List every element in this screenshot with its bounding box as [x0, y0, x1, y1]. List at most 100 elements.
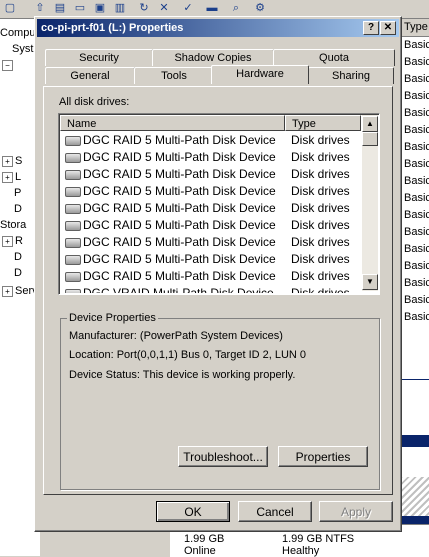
table-row[interactable]: DGC RAID 5 Multi-Path Disk Device Disk dr… [61, 132, 361, 149]
disk-type: Disk drives [291, 269, 350, 283]
disk-name: DGC RAID 5 Multi-Path Disk Device [83, 201, 276, 215]
table-row[interactable]: DGC RAID 5 Multi-Path Disk Device Disk dr… [61, 200, 361, 217]
cancel-button[interactable]: Cancel [238, 501, 312, 522]
tree-item[interactable]: + L [2, 169, 21, 185]
scroll-thumb[interactable] [362, 132, 378, 146]
list-scrollbar[interactable]: ▲ ▼ [362, 115, 378, 291]
refresh-icon[interactable]: ↻ [136, 1, 152, 16]
column-header-name[interactable]: Name [60, 115, 285, 131]
up-level-icon[interactable]: ⇧ [32, 1, 48, 16]
list-item[interactable]: Basic [401, 37, 429, 54]
device-properties-button[interactable]: Properties [278, 446, 368, 467]
disk-name: DGC RAID 5 Multi-Path Disk Device [83, 218, 276, 232]
scroll-up-arrow-icon[interactable]: ▲ [362, 116, 378, 132]
tab-general[interactable]: General [45, 67, 135, 84]
tab-shadow-copies[interactable]: Shadow Copies [152, 49, 274, 66]
collapse-icon[interactable]: − [2, 59, 13, 71]
tree-item[interactable]: D [14, 201, 22, 217]
table-row[interactable]: DGC RAID 5 Multi-Path Disk Device Disk dr… [61, 234, 361, 251]
tree-item[interactable]: D [14, 265, 22, 281]
up-folder-icon[interactable]: ▢ [2, 1, 18, 16]
disk-size: 1.99 GB [184, 533, 225, 545]
disk-name: DGC RAID 5 Multi-Path Disk Device [83, 150, 276, 164]
check-icon[interactable]: ✓ [180, 1, 196, 16]
disk-name: DGC RAID 5 Multi-Path Disk Device [83, 167, 276, 181]
expand-icon[interactable]: + [2, 171, 13, 183]
search-icon[interactable]: ⌕ [228, 1, 244, 16]
apply-button[interactable]: Apply [319, 501, 393, 522]
export-icon[interactable]: ▣ [92, 1, 108, 16]
table-row[interactable]: DGC RAID 5 Multi-Path Disk Device Disk dr… [61, 268, 361, 285]
tab-security[interactable]: Security [45, 49, 153, 66]
disk-drive-icon [65, 204, 81, 214]
list-item[interactable]: Basic [401, 156, 429, 173]
open-folder-icon[interactable]: ▬ [204, 1, 220, 16]
list-item[interactable]: Basic [401, 224, 429, 241]
ok-button[interactable]: OK [156, 501, 230, 522]
tree-item[interactable]: P [14, 185, 21, 201]
expand-icon[interactable]: + [2, 285, 13, 297]
delete-icon[interactable]: ✕ [156, 1, 172, 16]
tab-quota[interactable]: Quota [273, 49, 395, 66]
table-row[interactable]: DGC RAID 5 Multi-Path Disk Device Disk dr… [61, 217, 361, 234]
table-row[interactable]: DGC RAID 5 Multi-Path Disk Device Disk dr… [61, 183, 361, 200]
tree-item[interactable]: Syst [12, 41, 33, 57]
scroll-down-arrow-icon[interactable]: ▼ [362, 274, 378, 290]
list-item[interactable]: Basic [401, 71, 429, 88]
help-button[interactable]: ? [363, 21, 379, 35]
tree-item[interactable]: Stora [0, 217, 26, 233]
list-item[interactable]: Basic [401, 207, 429, 224]
list-item[interactable]: Basic [401, 292, 429, 309]
list-item[interactable]: Basic [401, 88, 429, 105]
disk-name: DGC RAID 5 Multi-Path Disk Device [83, 184, 276, 198]
tab-tools[interactable]: Tools [134, 67, 214, 84]
volume-size: 1.99 GB NTFS [282, 533, 355, 545]
help-icon[interactable]: ▥ [112, 1, 128, 16]
table-row[interactable]: DGC RAID 5 Multi-Path Disk Device Disk dr… [61, 166, 361, 183]
column-header-type[interactable]: Type [401, 19, 429, 37]
list-item[interactable]: Basic [401, 173, 429, 190]
table-row[interactable]: DGC VRAID Multi-Path Disk Device Disk dri… [61, 285, 361, 293]
list-item[interactable]: Basic [401, 105, 429, 122]
tree-item[interactable]: + R [2, 233, 23, 249]
list-item[interactable]: Basic [401, 275, 429, 292]
list-item[interactable]: Basic [401, 139, 429, 156]
table-row[interactable]: DGC RAID 5 Multi-Path Disk Device Disk dr… [61, 251, 361, 268]
list-item[interactable]: Basic [401, 122, 429, 139]
title-bar[interactable]: co-pi-prt-f01 (L:) Properties ? ✕ [37, 19, 399, 37]
disk-drive-icon [65, 170, 81, 180]
column-header-type[interactable]: Type [285, 115, 361, 131]
tree-item[interactable]: + S [2, 153, 22, 169]
tree-item[interactable]: D [14, 249, 22, 265]
disk-type: Disk drives [291, 184, 350, 198]
settings-icon[interactable]: ⚙ [252, 1, 268, 16]
location-text: Location: Port(0,0,1,1) Bus 0, Target ID… [69, 349, 307, 361]
tab-hardware[interactable]: Hardware [211, 65, 309, 84]
dialog-title: co-pi-prt-f01 (L:) Properties [41, 22, 184, 34]
disk-drive-icon [65, 255, 81, 265]
disk-type: Disk drives [291, 201, 350, 215]
tree-item[interactable]: − [2, 57, 15, 73]
volume-list: Type Basic Basic Basic Basic Basic Basic Basic… [400, 19, 429, 379]
tree-item[interactable]: + Serv [2, 283, 38, 299]
properties-icon[interactable]: ▭ [72, 1, 88, 16]
list-item[interactable]: Basic [401, 241, 429, 258]
tab-sharing[interactable]: Sharing [308, 67, 394, 84]
disk-bar [400, 435, 429, 447]
troubleshoot-button[interactable]: Troubleshoot... [178, 446, 268, 467]
show-hide-tree-icon[interactable]: ▤ [52, 1, 68, 16]
close-button[interactable]: ✕ [380, 21, 396, 35]
volume-stripe [400, 477, 429, 517]
disk-type: Disk drives [291, 150, 350, 164]
disk-name: DGC RAID 5 Multi-Path Disk Device [83, 235, 276, 249]
expand-icon[interactable]: + [2, 235, 13, 247]
list-item[interactable]: Basic [401, 54, 429, 71]
disk-type: Disk drives [291, 133, 350, 147]
expand-icon[interactable]: + [2, 155, 13, 167]
disk-type: Disk drives [291, 167, 350, 181]
list-item[interactable]: Basic [401, 309, 429, 326]
table-row[interactable]: DGC RAID 5 Multi-Path Disk Device Disk dr… [61, 149, 361, 166]
list-item[interactable]: Basic [401, 258, 429, 275]
list-item[interactable]: Basic [401, 190, 429, 207]
disk-drive-list[interactable]: Name Type DGC RAID 5 Multi-Path Disk Dev… [58, 113, 380, 295]
